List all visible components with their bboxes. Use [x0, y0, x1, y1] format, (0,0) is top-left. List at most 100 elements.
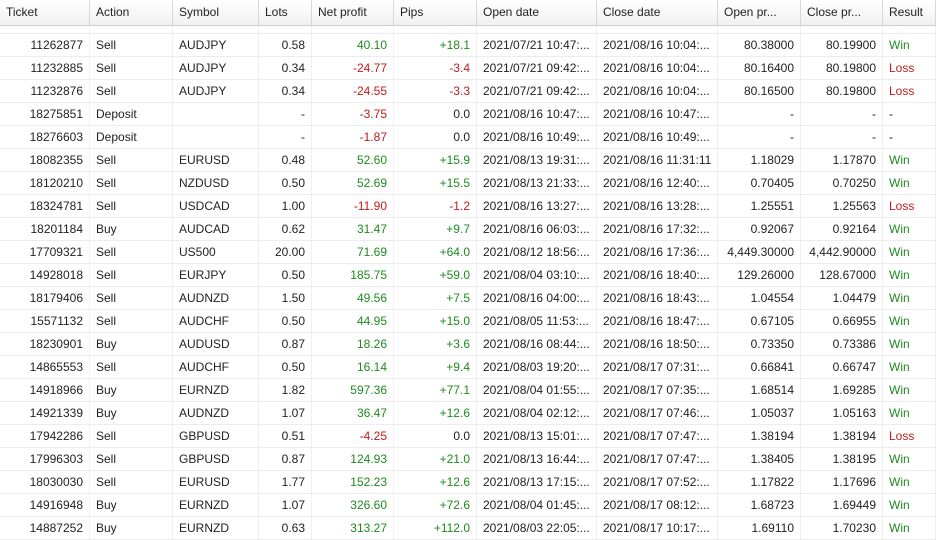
cell-pips: +18.1: [394, 34, 477, 56]
cell-open-price: 1.38194: [718, 425, 801, 447]
column-header-lots[interactable]: Lots: [259, 0, 312, 25]
table-row[interactable]: 18030030 Sell EURUSD 1.77 152.23 +12.6 2021/08…: [0, 471, 936, 494]
table-row[interactable]: 17709321 Sell US500 20.00 71.69 +64.0 2021/08/…: [0, 241, 936, 264]
cell-net-profit: -24.77: [312, 57, 394, 79]
cell-open-date: 2021/08/04 03:10:...: [477, 264, 597, 286]
table-row[interactable]: 14916948 Buy EURNZD 1.07 326.60 +72.6 2021/08/…: [0, 494, 936, 517]
table-row[interactable]: 18230901 Buy AUDUSD 0.87 18.26 +3.6 2021/08/16…: [0, 333, 936, 356]
cell-open-date: 2021/07/21 10:47:...: [477, 34, 597, 56]
table-row[interactable]: 18276603 Deposit - -1.87 0.0 2021/08/16 10:49…: [0, 126, 936, 149]
table-row[interactable]: 14928018 Sell EURJPY 0.50 185.75 +59.0 2021/08…: [0, 264, 936, 287]
cell-net-profit: 52.69: [312, 172, 394, 194]
cell-close-date: 2021/08/16 10:49:...: [597, 126, 718, 148]
column-header-close-price[interactable]: Close pr...: [801, 0, 883, 25]
cell-open-price: 80.16500: [718, 80, 801, 102]
column-header-open-price[interactable]: Open pr...: [718, 0, 801, 25]
table-row[interactable]: 18120210 Sell NZDUSD 0.50 52.69 +15.5 2021/08/…: [0, 172, 936, 195]
cell-lots: 1.00: [259, 195, 312, 217]
cell-symbol: US500: [173, 241, 259, 263]
cell-lots: 1.50: [259, 287, 312, 309]
table-row[interactable]: 17996303 Sell GBPUSD 0.87 124.93 +21.0 2021/08…: [0, 448, 936, 471]
table-row[interactable]: 18324781 Sell USDCAD 1.00 -11.90 -1.2 2021/08/…: [0, 195, 936, 218]
table-row[interactable]: 14887252 Buy EURNZD 0.63 313.27 +112.0 2021/08…: [0, 517, 936, 540]
column-header-result[interactable]: Result: [883, 0, 936, 25]
cell-close-price: 128.67000: [801, 264, 883, 286]
cell-net-profit: 18.26: [312, 333, 394, 355]
column-header-action[interactable]: Action: [90, 0, 173, 25]
cell-lots: 0.87: [259, 333, 312, 355]
cell-pips: +15.9: [394, 149, 477, 171]
cell-symbol: AUDJPY: [173, 57, 259, 79]
cell-open-price: 0.92067: [718, 218, 801, 240]
cell-symbol: AUDJPY: [173, 80, 259, 102]
cell-close-date: 2021/08/17 07:47:...: [597, 425, 718, 447]
cell-result: Loss: [883, 425, 936, 447]
cell-close-date: 2021/08/16 10:04:...: [597, 34, 718, 56]
cell-action: Sell: [90, 241, 173, 263]
table-row[interactable]: 14865553 Sell AUDCHF 0.50 16.14 +9.4 2021/08/0…: [0, 356, 936, 379]
table-row[interactable]: 18201184 Buy AUDCAD 0.62 31.47 +9.7 2021/08/16…: [0, 218, 936, 241]
cell-close-date: 2021/08/16 18:43:...: [597, 287, 718, 309]
column-header-ticket[interactable]: Ticket: [0, 0, 90, 25]
table-row[interactable]: 14918966 Buy EURNZD 1.82 597.36 +77.1 2021/08/…: [0, 379, 936, 402]
cell-open-date: 2021/08/13 16:44:...: [477, 448, 597, 470]
cell-close-price: 0.70250: [801, 172, 883, 194]
cell-ticket: 14928018: [0, 264, 90, 286]
cell-open-price: 1.68723: [718, 494, 801, 516]
cell-result: Win: [883, 494, 936, 516]
cell-open-price: 129.26000: [718, 264, 801, 286]
cell-ticket: 14918966: [0, 379, 90, 401]
table-row[interactable]: 18179406 Sell AUDNZD 1.50 49.56 +7.5 2021/08/1…: [0, 287, 936, 310]
cell-result: Win: [883, 356, 936, 378]
cell-action: Sell: [90, 287, 173, 309]
cell-open-price: 80.16400: [718, 57, 801, 79]
cell-symbol: AUDUSD: [173, 333, 259, 355]
cell-close-price: 4,442.90000: [801, 241, 883, 263]
cell-net-profit: 313.27: [312, 517, 394, 539]
table-row[interactable]: 11232885 Sell AUDJPY 0.34 -24.77 -3.4 2021/07/…: [0, 57, 936, 80]
cell-close-date: 2021/08/17 10:17:...: [597, 517, 718, 539]
cell-pips: +59.0: [394, 264, 477, 286]
cell-net-profit: -4.25: [312, 425, 394, 447]
cell-close-price: 0.66747: [801, 356, 883, 378]
cell-net-profit: -1.87: [312, 126, 394, 148]
cell-lots: 0.63: [259, 517, 312, 539]
table-row[interactable]: 14921339 Buy AUDNZD 1.07 36.47 +12.6 2021/08/0…: [0, 402, 936, 425]
table-row[interactable]: 18082355 Sell EURUSD 0.48 52.60 +15.9 2021/08/…: [0, 149, 936, 172]
cell-close-price: 1.69449: [801, 494, 883, 516]
cell-net-profit: 31.47: [312, 218, 394, 240]
cell-result: -: [883, 103, 936, 125]
cell-result: Win: [883, 218, 936, 240]
cell-symbol: EURUSD: [173, 471, 259, 493]
cell-lots: 0.34: [259, 80, 312, 102]
cell-action: Sell: [90, 356, 173, 378]
cell-close-price: 1.38194: [801, 425, 883, 447]
cell-pips: -3.3: [394, 80, 477, 102]
column-header-pips[interactable]: Pips: [394, 0, 477, 25]
column-header-open-date[interactable]: Open date: [477, 0, 597, 25]
cell-action: Buy: [90, 494, 173, 516]
cell-close-date: 2021/08/16 18:47:...: [597, 310, 718, 332]
cell-close-price: 1.38195: [801, 448, 883, 470]
column-header-symbol[interactable]: Symbol: [173, 0, 259, 25]
cell-open-date: 2021/08/16 04:00:...: [477, 287, 597, 309]
table-row[interactable]: 15571132 Sell AUDCHF 0.50 44.95 +15.0 2021/08/…: [0, 310, 936, 333]
cell-lots: 1.07: [259, 494, 312, 516]
cell-pips: 0.0: [394, 103, 477, 125]
table-row[interactable]: 18275851 Deposit - -3.75 0.0 2021/08/16 10:47…: [0, 103, 936, 126]
cell-open-price: 1.04554: [718, 287, 801, 309]
cell-open-date: 2021/08/03 22:05:...: [477, 517, 597, 539]
cell-symbol: NZDUSD: [173, 172, 259, 194]
column-header-close-date[interactable]: Close date: [597, 0, 718, 25]
cell-ticket: 15571132: [0, 310, 90, 332]
table-row[interactable]: 11262877 Sell AUDJPY 0.58 40.10 +18.1 2021/07/…: [0, 34, 936, 57]
cell-net-profit: 597.36: [312, 379, 394, 401]
cell-close-date: 2021/08/17 08:12:...: [597, 494, 718, 516]
cell-net-profit: 52.60: [312, 149, 394, 171]
cell-lots: 0.50: [259, 310, 312, 332]
column-header-net-profit[interactable]: Net profit: [312, 0, 394, 25]
table-row[interactable]: 17942286 Sell GBPUSD 0.51 -4.25 0.0 2021/08/13…: [0, 425, 936, 448]
table-row[interactable]: 11232876 Sell AUDJPY 0.34 -24.55 -3.3 2021/07/…: [0, 80, 936, 103]
cell-net-profit: 152.23: [312, 471, 394, 493]
cell-action: Buy: [90, 379, 173, 401]
